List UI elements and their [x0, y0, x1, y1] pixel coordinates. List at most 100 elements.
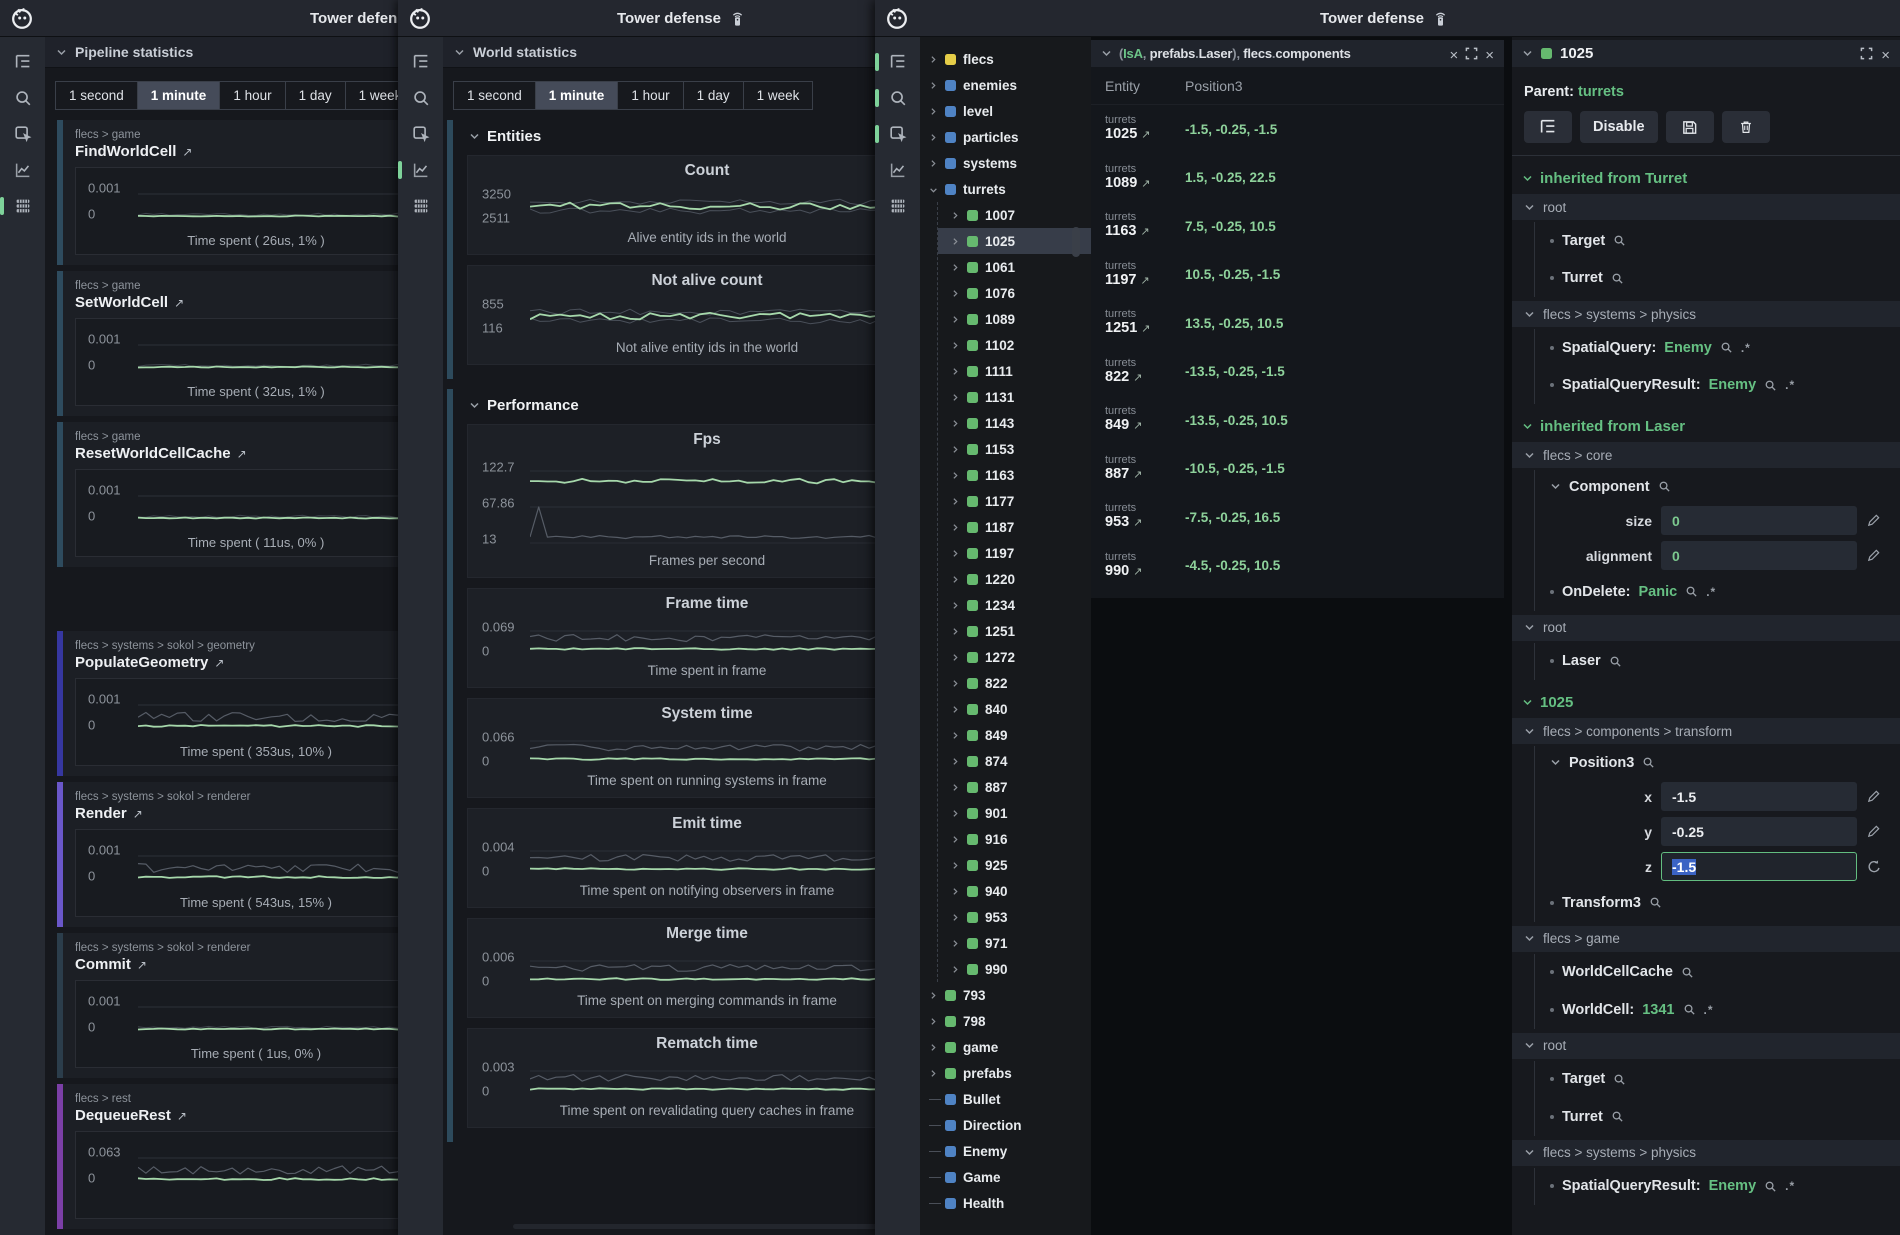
- open-link-icon[interactable]: ↗: [237, 447, 247, 461]
- row-entity-link[interactable]: 849 ↗: [1105, 417, 1185, 435]
- chevron-right-icon[interactable]: [929, 133, 938, 142]
- chevron-right-icon[interactable]: [951, 965, 960, 974]
- query-icon[interactable]: [887, 123, 909, 145]
- chevron-right-icon[interactable]: [951, 237, 960, 246]
- inspector-group-header[interactable]: inherited from Turret: [1522, 166, 1888, 190]
- panel-header-world-statistics[interactable]: World statistics: [443, 37, 875, 68]
- search-icon[interactable]: [1649, 896, 1662, 909]
- chevron-right-icon[interactable]: [951, 705, 960, 714]
- disable-button[interactable]: Disable: [1580, 111, 1658, 143]
- search-icon[interactable]: [410, 87, 432, 109]
- row-entity-link[interactable]: 1251 ↗: [1105, 320, 1185, 338]
- query-row-990[interactable]: turrets 990 ↗ -4.5, -0.25, 10.5: [1091, 542, 1504, 591]
- component-value-link[interactable]: Enemy: [1664, 340, 1712, 356]
- tree-item-916[interactable]: 916: [938, 826, 1091, 852]
- chevron-right-icon[interactable]: [951, 939, 960, 948]
- query-row-1025[interactable]: turrets 1025 ↗ -1.5, -0.25, -1.5: [1091, 105, 1504, 154]
- open-link-icon[interactable]: ↗: [174, 296, 184, 310]
- outline-icon[interactable]: [12, 51, 34, 73]
- chevron-right-icon[interactable]: [951, 471, 960, 480]
- chevron-right-icon[interactable]: [951, 861, 960, 870]
- tree-item-901[interactable]: 901: [938, 800, 1091, 826]
- chevron-down-icon[interactable]: [1101, 48, 1112, 59]
- component-expand-Component[interactable]: Component: [1550, 470, 1888, 503]
- chart-icon[interactable]: [887, 159, 909, 181]
- outline-icon[interactable]: [410, 51, 432, 73]
- tree-item-prefabs[interactable]: prefabs: [920, 1060, 1091, 1086]
- outline-icon[interactable]: [887, 51, 909, 73]
- tree-item-793[interactable]: 793: [920, 982, 1091, 1008]
- tree-item-1177[interactable]: 1177: [938, 488, 1091, 514]
- edit-pencil-icon[interactable]: [1866, 824, 1882, 840]
- search-icon[interactable]: [1611, 272, 1624, 285]
- tree-item-1131[interactable]: 1131: [938, 384, 1091, 410]
- tree-item-840[interactable]: 840: [938, 696, 1091, 722]
- clear-query-icon[interactable]: ×: [1449, 47, 1458, 60]
- chevron-right-icon[interactable]: [951, 783, 960, 792]
- field-input-y[interactable]: -0.25: [1661, 817, 1857, 846]
- section-header[interactable]: Performance: [469, 397, 875, 414]
- chevron-right-icon[interactable]: [951, 341, 960, 350]
- open-link-icon[interactable]: ↗: [182, 145, 192, 159]
- tree-item-940[interactable]: 940: [938, 878, 1091, 904]
- time-tab-1-second[interactable]: 1 second: [454, 82, 536, 109]
- chevron-right-icon[interactable]: [951, 367, 960, 376]
- search-icon[interactable]: [1685, 585, 1698, 598]
- edit-pencil-icon[interactable]: [1866, 513, 1882, 529]
- tree-item-971[interactable]: 971: [938, 930, 1091, 956]
- chevron-right-icon[interactable]: [951, 809, 960, 818]
- tree-item-1220[interactable]: 1220: [938, 566, 1091, 592]
- tree-item-1153[interactable]: 1153: [938, 436, 1091, 462]
- time-tab-1-minute[interactable]: 1 minute: [138, 82, 221, 109]
- chevron-right-icon[interactable]: [929, 81, 938, 90]
- open-link-icon[interactable]: ↗: [214, 656, 224, 670]
- remote-icon[interactable]: [1433, 10, 1448, 27]
- query-row-1163[interactable]: turrets 1163 ↗ 7.5, -0.25, 10.5: [1091, 202, 1504, 251]
- chevron-right-icon[interactable]: [929, 159, 938, 168]
- query-row-1197[interactable]: turrets 1197 ↗ 10.5, -0.25, -1.5: [1091, 251, 1504, 300]
- chevron-right-icon[interactable]: [951, 419, 960, 428]
- tree-item-turrets[interactable]: turrets: [920, 176, 1091, 202]
- open-link-icon[interactable]: ↗: [177, 1109, 187, 1123]
- stat-name-link[interactable]: ResetWorldCellCache: [75, 445, 231, 462]
- chevron-right-icon[interactable]: [951, 627, 960, 636]
- tree-item-874[interactable]: 874: [938, 748, 1091, 774]
- chevron-right-icon[interactable]: [951, 445, 960, 454]
- component-value-link[interactable]: Enemy: [1709, 1178, 1757, 1194]
- chevron-right-icon[interactable]: [929, 991, 938, 1000]
- query-icon[interactable]: [410, 123, 432, 145]
- tree-item-flecs[interactable]: flecs: [920, 46, 1091, 72]
- tree-item-1187[interactable]: 1187: [938, 514, 1091, 540]
- tree-item-953[interactable]: 953: [938, 904, 1091, 930]
- inspector-group-header[interactable]: inherited from Laser: [1522, 414, 1888, 438]
- edit-pencil-icon[interactable]: [1866, 789, 1882, 805]
- chevron-right-icon[interactable]: [951, 315, 960, 324]
- chevron-right-icon[interactable]: [929, 1069, 938, 1078]
- query-row-1089[interactable]: turrets 1089 ↗ 1.5, -0.25, 22.5: [1091, 154, 1504, 203]
- field-input-size[interactable]: 0: [1661, 506, 1857, 535]
- stat-name-link[interactable]: PopulateGeometry: [75, 654, 208, 671]
- search-icon[interactable]: [1642, 756, 1655, 769]
- row-entity-link[interactable]: 990 ↗: [1105, 563, 1185, 581]
- component-value-link[interactable]: 1341: [1642, 1002, 1674, 1018]
- field-input-alignment[interactable]: 0: [1661, 541, 1857, 570]
- stats-icon[interactable]: [410, 195, 432, 217]
- tree-item-1102[interactable]: 1102: [938, 332, 1091, 358]
- row-entity-link[interactable]: 887 ↗: [1105, 466, 1185, 484]
- chevron-right-icon[interactable]: [929, 107, 938, 116]
- tree-item-Game[interactable]: Game: [920, 1164, 1091, 1190]
- search-icon[interactable]: [1609, 655, 1622, 668]
- row-entity-link[interactable]: 1197 ↗: [1105, 272, 1185, 290]
- tree-item-849[interactable]: 849: [938, 722, 1091, 748]
- tree-item-particles[interactable]: particles: [920, 124, 1091, 150]
- stat-name-link[interactable]: FindWorldCell: [75, 143, 176, 160]
- chevron-right-icon[interactable]: [951, 523, 960, 532]
- query-row-953[interactable]: turrets 953 ↗ -7.5, -0.25, 16.5: [1091, 493, 1504, 542]
- component-value-link[interactable]: Enemy: [1709, 377, 1757, 393]
- tree-item-990[interactable]: 990: [938, 956, 1091, 982]
- close-panel-icon[interactable]: ×: [1881, 47, 1890, 60]
- edit-pencil-icon[interactable]: [1866, 548, 1882, 564]
- expand-panel-icon[interactable]: [1860, 47, 1873, 60]
- chevron-right-icon[interactable]: [929, 1017, 938, 1026]
- chevron-right-icon[interactable]: [951, 601, 960, 610]
